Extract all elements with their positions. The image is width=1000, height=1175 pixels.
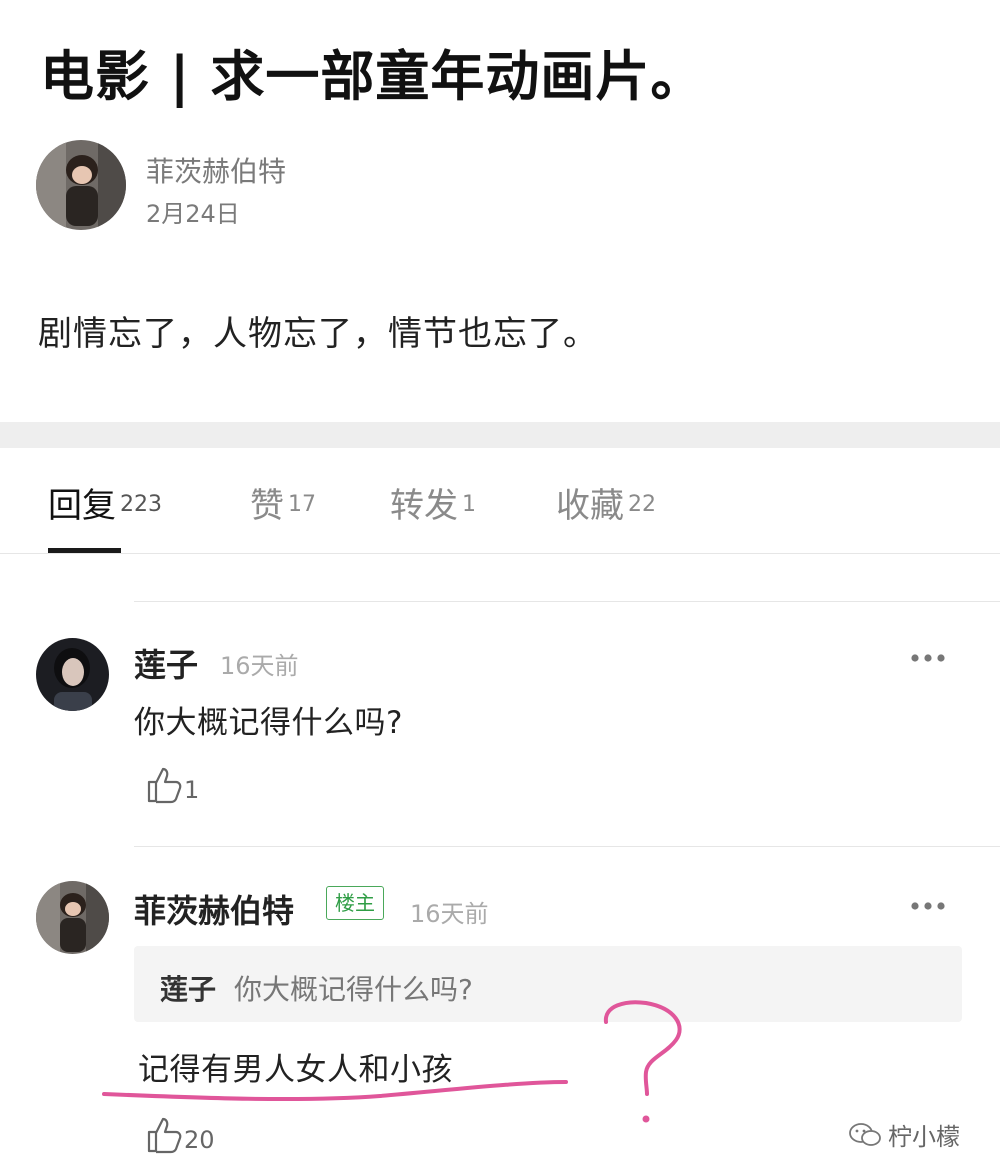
question-mark-dot <box>642 1115 650 1123</box>
op-badge: 楼主 <box>326 886 384 920</box>
tab-favorites[interactable]: 收藏 22 <box>556 478 656 527</box>
comment-time: 16天前 <box>410 900 489 928</box>
commenter-name[interactable]: 菲茨赫伯特 <box>134 886 294 932</box>
tab-label: 回复 <box>48 486 116 526</box>
more-icon[interactable] <box>910 901 946 911</box>
tab-label: 转发 <box>390 486 458 526</box>
post-title: 电影 | 求一部童年动画片。 <box>40 45 706 108</box>
tab-count: 1 <box>462 491 476 517</box>
quoted-author: 莲子 <box>160 973 217 1006</box>
thumbs-up-icon <box>147 1117 182 1154</box>
tab-likes[interactable]: 赞 17 <box>250 478 316 527</box>
comment-text: 你大概记得什么吗? <box>134 705 403 741</box>
tab-count: 17 <box>288 491 316 517</box>
wechat-icon <box>849 1122 881 1146</box>
tabs-divider <box>0 553 1000 554</box>
comment-text: 记得有男人女人和小孩 <box>138 1052 453 1088</box>
tab-count: 22 <box>628 491 656 517</box>
quoted-text: 你大概记得什么吗? <box>234 973 473 1006</box>
commenter-avatar[interactable] <box>36 881 109 954</box>
like-count: 1 <box>184 776 200 804</box>
tab-label: 收藏 <box>556 486 624 526</box>
thumbs-up-icon <box>147 767 182 804</box>
watermark: 柠小檬 <box>848 1117 960 1152</box>
like-count: 20 <box>184 1126 215 1154</box>
author-name[interactable]: 菲茨赫伯特 <box>146 150 286 190</box>
tab-reposts[interactable]: 转发 1 <box>390 478 476 527</box>
tab-count: 223 <box>120 491 162 517</box>
quoted-comment[interactable]: 莲子 你大概记得什么吗? <box>134 946 962 1022</box>
commenter-name[interactable]: 莲子 <box>134 640 198 686</box>
post-body: 剧情忘了，人物忘了，情节也忘了。 <box>38 314 598 354</box>
like-button[interactable]: 20 <box>146 1114 215 1154</box>
comment-time: 16天前 <box>220 652 299 680</box>
post-date: 2月24日 <box>146 200 240 228</box>
author-avatar[interactable] <box>36 140 126 230</box>
comment-divider <box>134 846 1000 847</box>
like-button[interactable]: 1 <box>146 764 199 804</box>
section-divider <box>0 422 1000 448</box>
tab-label: 赞 <box>250 486 284 526</box>
watermark-text: 柠小檬 <box>888 1123 960 1151</box>
comment-divider <box>134 601 1000 602</box>
commenter-avatar[interactable] <box>36 638 109 711</box>
more-icon[interactable] <box>910 653 946 663</box>
tab-replies[interactable]: 回复 223 <box>48 478 162 527</box>
